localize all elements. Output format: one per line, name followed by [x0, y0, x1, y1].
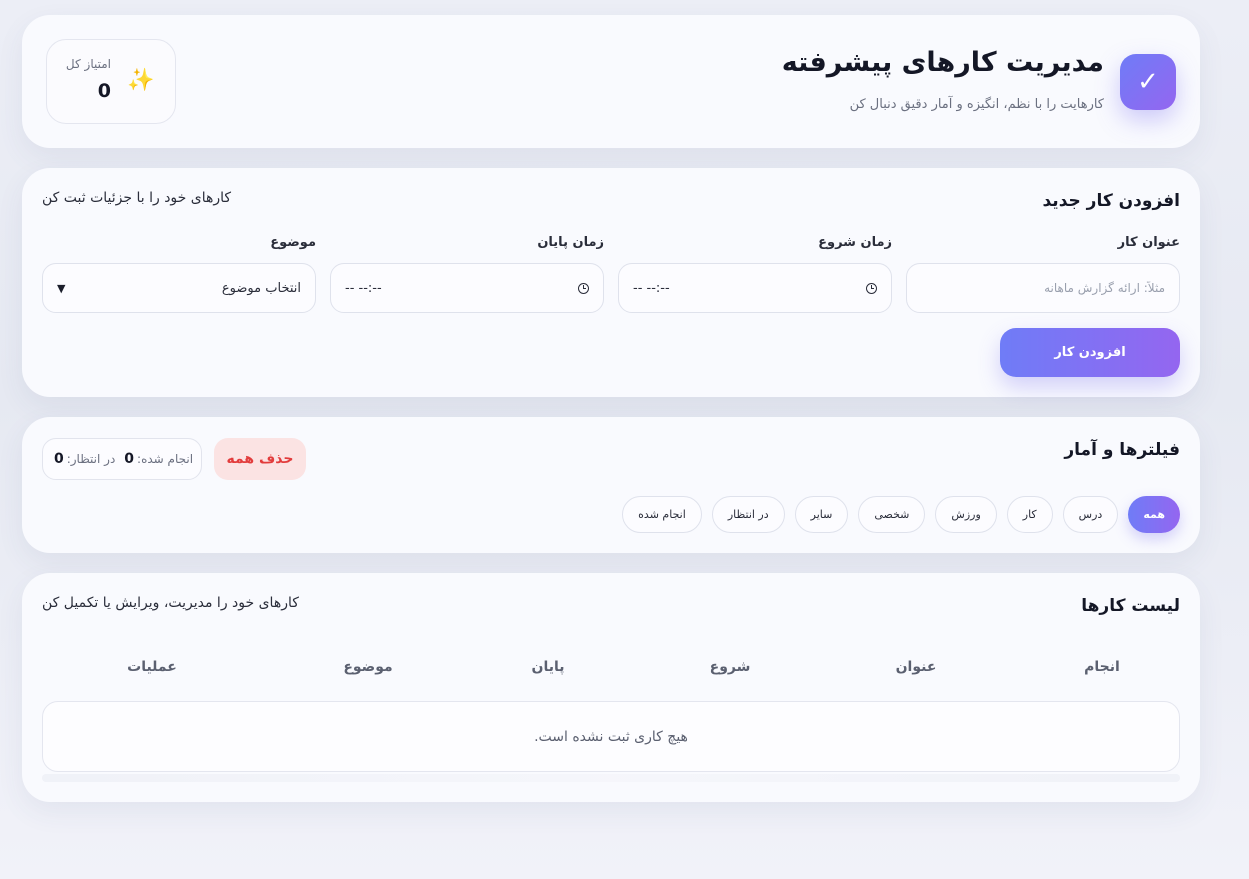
filters-card: فیلترها و آمار حذف همه انجام شده:0 در ان…	[22, 417, 1200, 553]
score-label: امتیاز کل	[65, 57, 111, 71]
column-end: پایان	[531, 659, 565, 675]
clock-icon[interactable]	[866, 282, 877, 294]
task-list-card: لیست کارها کارهای خود را مدیریت، ویرایش …	[22, 573, 1200, 802]
filter-chip-personal[interactable]: شخصی	[858, 496, 926, 533]
app-title: مدیریت کارهای پیشرفته	[781, 47, 1104, 78]
column-title: عنوان	[895, 659, 937, 675]
add-task-card: افزودن کار جدید کارهای خود را با جزئیات …	[22, 168, 1200, 397]
filter-chip-pending[interactable]: در انتظار	[711, 496, 785, 533]
horizontal-scrollbar[interactable]	[42, 774, 1180, 782]
task-list-description: کارهای خود را مدیریت، ویرایش یا تکمیل کن	[42, 595, 299, 611]
start-time-value: -- --:--	[633, 280, 670, 296]
score-value: 0	[97, 80, 111, 102]
start-time-field[interactable]: -- --:--	[618, 263, 892, 313]
add-task-button[interactable]: افزودن کار	[1000, 328, 1180, 377]
end-time-value: -- --:--	[345, 280, 382, 296]
chevron-down-icon: ▼	[57, 281, 66, 295]
add-task-description: کارهای خود را با جزئیات ثبت کن	[42, 190, 232, 206]
task-list-title: لیست کارها	[1081, 596, 1180, 616]
topic-label: موضوع	[270, 235, 316, 250]
column-topic: موضوع	[343, 659, 393, 675]
check-logo-icon: ✓	[1120, 54, 1176, 110]
topic-select[interactable]: انتخاب موضوع ▼	[42, 263, 316, 313]
filter-chip-work[interactable]: کار	[1006, 496, 1053, 533]
filter-chip-study[interactable]: درس	[1062, 496, 1119, 533]
sparkles-icon: ✨	[127, 68, 155, 93]
filter-chips: همه درس کار ورزش شخصی سایر در انتظار انج…	[622, 496, 1180, 533]
task-title-input[interactable]	[921, 281, 1165, 295]
filter-chip-all[interactable]: همه	[1128, 496, 1180, 533]
empty-state-row: هیچ کاری ثبت نشده است.	[42, 701, 1180, 772]
end-time-label: زمان پایان	[537, 235, 604, 250]
end-time-field[interactable]: -- --:--	[330, 263, 604, 313]
header-card: ✓ مدیریت کارهای پیشرفته کارهایت را با نظ…	[22, 15, 1200, 148]
clear-all-button[interactable]: حذف همه	[214, 438, 306, 480]
stats-box: انجام شده:0 در انتظار:0	[42, 438, 202, 480]
start-time-label: زمان شروع	[818, 235, 892, 250]
pending-stat: در انتظار:0	[53, 451, 116, 467]
filters-title: فیلترها و آمار	[1064, 440, 1180, 460]
task-title-field[interactable]	[906, 263, 1180, 313]
topic-selected-value: انتخاب موضوع	[221, 280, 301, 296]
total-score-box: ✨ امتیاز کل 0	[46, 39, 176, 124]
app-subtitle: کارهایت را با نظم، انگیزه و آمار دقیق دن…	[849, 97, 1104, 112]
filter-chip-sport[interactable]: ورزش	[935, 496, 997, 533]
clock-icon[interactable]	[578, 282, 589, 294]
add-task-title: افزودن کار جدید	[1042, 191, 1180, 211]
done-stat: انجام شده:0	[124, 451, 194, 467]
column-done: انجام	[1084, 659, 1120, 675]
filter-chip-other[interactable]: سایر	[794, 496, 849, 533]
task-title-label: عنوان کار	[1117, 235, 1180, 250]
column-start: شروع	[709, 659, 751, 675]
filter-chip-done[interactable]: انجام شده	[622, 496, 702, 533]
table-header: انجام عنوان شروع پایان موضوع عملیات	[42, 659, 1180, 679]
column-actions: عملیات	[127, 659, 177, 675]
